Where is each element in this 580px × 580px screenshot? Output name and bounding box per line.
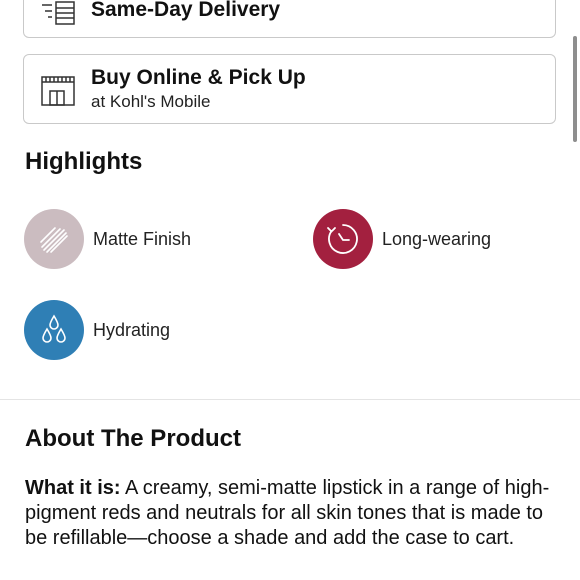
highlight-long-wearing: Long-wearing xyxy=(313,209,491,269)
section-divider xyxy=(0,399,580,400)
highlight-label: Matte Finish xyxy=(93,228,192,249)
scrollbar[interactable] xyxy=(573,36,577,142)
timer-icon xyxy=(313,209,373,269)
delivery-truck-icon xyxy=(40,1,78,32)
buy-online-pick-up-option[interactable]: Buy Online & Pick Up at Kohl's Mobile xyxy=(23,54,556,124)
highlight-matte-finish: Matte Finish xyxy=(24,209,191,269)
product-description: What it is: A creamy, semi-matte lipstic… xyxy=(25,476,560,551)
highlight-label: Long-wearing xyxy=(382,228,492,249)
about-product-heading: About The Product xyxy=(25,425,241,452)
description-lead: What it is: xyxy=(25,477,121,499)
store-icon xyxy=(40,75,76,112)
matte-texture-icon xyxy=(24,209,84,269)
pickup-title: Buy Online & Pick Up xyxy=(91,66,306,89)
highlight-hydrating: Hydrating xyxy=(24,300,170,360)
same-day-delivery-title: Same-Day Delivery xyxy=(91,0,281,21)
same-day-delivery-option[interactable]: Same-Day Delivery xyxy=(23,0,556,38)
water-drops-icon xyxy=(24,300,84,360)
highlight-label: Hydrating xyxy=(93,319,171,340)
pickup-store-name: at Kohl's Mobile xyxy=(91,92,211,111)
highlights-heading: Highlights xyxy=(25,148,143,175)
